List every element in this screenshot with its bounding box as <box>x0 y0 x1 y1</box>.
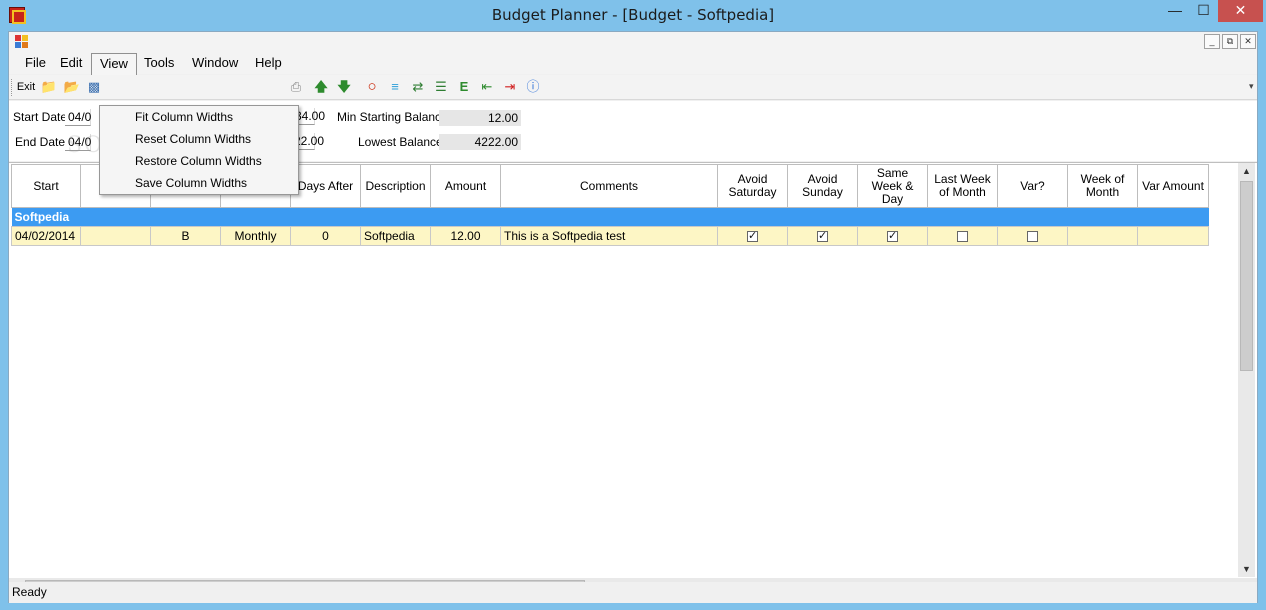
move-down-icon[interactable]: 🡇 <box>335 78 353 96</box>
cell-week-of-month[interactable] <box>1067 226 1138 246</box>
column-header[interactable]: Comments <box>500 164 718 208</box>
open-folder-icon[interactable]: 📂 <box>63 78 81 96</box>
min-balance-value: 12.00 <box>439 110 521 126</box>
lines-icon[interactable]: ≡ <box>386 78 404 96</box>
cell-end[interactable] <box>80 226 151 246</box>
end-date-label: End Date <box>15 135 66 149</box>
mdi-minimize-icon[interactable]: _ <box>1204 34 1220 49</box>
column-header[interactable]: Days After <box>290 164 361 208</box>
save-icon[interactable]: ▩ <box>85 78 103 96</box>
e-button[interactable]: E <box>455 78 473 96</box>
view-menu-dropdown: Fit Column Widths Reset Column Widths Re… <box>99 105 299 195</box>
column-header[interactable]: Start <box>11 164 81 208</box>
column-header[interactable]: Week of Month <box>1067 164 1138 208</box>
end-date-field[interactable]: 04/0 <box>65 134 91 151</box>
app-window: Budget Planner - [Budget - Softpedia] — … <box>0 0 1266 610</box>
avoid-saturday-checkbox[interactable] <box>747 229 758 243</box>
cell-type[interactable]: B <box>150 226 221 246</box>
cell-var-amount[interactable] <box>1137 226 1209 246</box>
cell-avoid-sunday <box>787 226 858 246</box>
exit-button[interactable]: Exit <box>15 78 37 96</box>
column-header[interactable]: Avoid Saturday <box>717 164 788 208</box>
cell-start[interactable]: 04/02/2014 <box>11 226 81 246</box>
maximize-button[interactable]: ☐ <box>1190 0 1217 22</box>
group-row[interactable]: Softpedia <box>11 207 1209 227</box>
scroll-up-icon[interactable]: ▲ <box>1238 163 1255 179</box>
cell-amount[interactable]: 12.00 <box>430 226 501 246</box>
menu-save-column-widths[interactable]: Save Column Widths <box>101 173 297 194</box>
toolbar-overflow-icon[interactable]: ▾ <box>1249 81 1254 92</box>
mdi-child-bar: _ ⧉ ✕ <box>9 32 1257 52</box>
title-bar: Budget Planner - [Budget - Softpedia] — … <box>0 0 1266 31</box>
close-button[interactable]: ✕ <box>1218 0 1263 22</box>
min-balance-label: Min Starting Balance <box>337 110 448 124</box>
vertical-scrollbar[interactable]: ▲ ▼ <box>1238 163 1255 577</box>
lowest-balance-label: Lowest Balance <box>358 135 443 149</box>
move-up-icon[interactable]: 🡅 <box>312 78 330 96</box>
status-text: Ready <box>12 585 47 599</box>
lowest-balance-value: 4222.00 <box>439 134 521 150</box>
menu-view[interactable]: View <box>91 53 137 75</box>
start-date-field[interactable]: 04/0 <box>65 109 91 126</box>
avoid-sunday-checkbox[interactable] <box>817 229 828 243</box>
column-header[interactable]: Same Week & Day <box>857 164 928 208</box>
menu-restore-column-widths[interactable]: Restore Column Widths <box>101 151 297 172</box>
cell-days-after[interactable]: 0 <box>290 226 361 246</box>
document-icon[interactable] <box>15 35 29 48</box>
align-icon[interactable]: ⇄ <box>409 78 427 96</box>
menu-reset-column-widths[interactable]: Reset Column Widths <box>101 129 297 150</box>
cell-avoid-saturday <box>717 226 788 246</box>
toolbar-grip[interactable] <box>11 79 14 96</box>
menu-help[interactable]: Help <box>247 53 290 73</box>
arrow-left-icon[interactable]: ⇤ <box>478 78 496 96</box>
menu-fit-column-widths[interactable]: Fit Column Widths <box>101 107 297 128</box>
new-folder-icon[interactable]: 📁 <box>40 78 58 96</box>
vertical-scroll-thumb[interactable] <box>1240 181 1253 371</box>
column-header[interactable]: Var Amount <box>1137 164 1209 208</box>
client-area: _ ⧉ ✕ File Edit View Tools Window Help E… <box>8 31 1258 603</box>
status-bar: Ready <box>9 582 1257 603</box>
menu-file[interactable]: File <box>17 53 54 73</box>
last-week-of-month-checkbox[interactable] <box>957 231 968 243</box>
column-header[interactable]: Last Week of Month <box>927 164 998 208</box>
cell-how-often[interactable]: Monthly <box>220 226 291 246</box>
info-icon[interactable]: ⓘ <box>524 78 542 96</box>
filter-icon[interactable]: ☰ <box>432 78 450 96</box>
minimize-button[interactable]: — <box>1161 0 1189 22</box>
cell-comments[interactable]: This is a Softpedia test <box>500 226 718 246</box>
cell-same-week-day <box>857 226 928 246</box>
menu-edit[interactable]: Edit <box>52 53 90 73</box>
same-week-day-checkbox[interactable] <box>887 229 898 243</box>
menu-tools[interactable]: Tools <box>136 53 182 73</box>
menu-bar: File Edit View Tools Window Help <box>9 52 1257 75</box>
cell-last-week-of-month <box>927 226 998 246</box>
mdi-restore-icon[interactable]: ⧉ <box>1222 34 1238 49</box>
budget-grid: Start End Type How Often Days After Desc… <box>9 162 1257 578</box>
mdi-close-icon[interactable]: ✕ <box>1240 34 1256 49</box>
column-header[interactable]: Avoid Sunday <box>787 164 858 208</box>
column-header[interactable]: Description <box>360 164 431 208</box>
print-icon[interactable]: ⎙ <box>287 78 305 96</box>
group-label: Softpedia <box>11 207 1209 227</box>
start-date-label: Start Date <box>13 110 68 124</box>
arrow-right-icon[interactable]: ⇥ <box>501 78 519 96</box>
column-header[interactable]: Amount <box>430 164 501 208</box>
table-row[interactable]: 04/02/2014 B Monthly 0 Softpedia 12.00 T… <box>11 226 1209 246</box>
circle-icon[interactable]: ○ <box>363 78 381 96</box>
toolbar: Exit 📁 📂 ▩ ⎙ 🡅 🡇 ○ ≡ ⇄ ☰ E ⇤ ⇥ ⓘ ▾ <box>9 75 1257 100</box>
column-header[interactable]: Var? <box>997 164 1068 208</box>
cell-description[interactable]: Softpedia <box>360 226 431 246</box>
window-title: Budget Planner - [Budget - Softpedia] <box>491 6 775 24</box>
cell-var <box>997 226 1068 246</box>
menu-window[interactable]: Window <box>184 53 246 73</box>
scroll-down-icon[interactable]: ▼ <box>1238 561 1255 577</box>
var-checkbox[interactable] <box>1027 231 1038 243</box>
